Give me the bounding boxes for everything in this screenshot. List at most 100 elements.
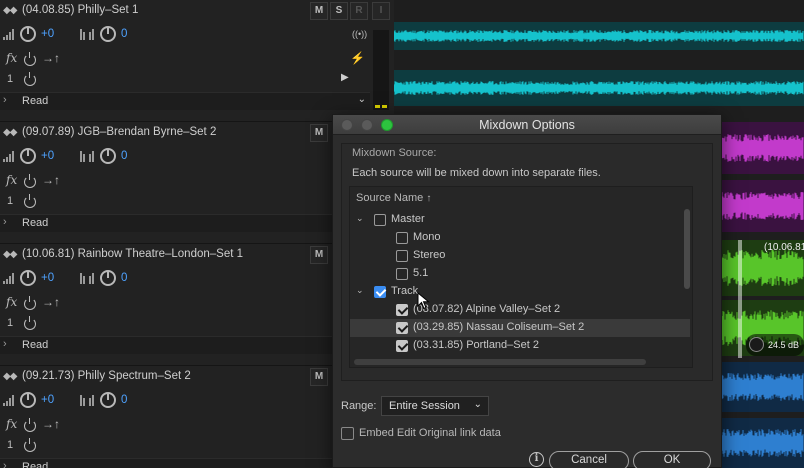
volume-knob[interactable] [20,270,36,286]
mixdown-source-label: Mixdown Source: [352,147,437,159]
dialog-title: Mixdown Options [479,118,575,132]
pan-knob[interactable] [100,26,116,42]
tree-item-label: Mono [413,231,441,243]
volume-icon [3,28,17,40]
dialog-titlebar[interactable]: Mixdown Options [333,115,721,135]
volume-value[interactable]: +0 [41,28,54,40]
track-name[interactable]: (09.21.73) Philly Spectrum–Set 2 [22,370,191,382]
range-select[interactable]: Entire Session ⌄ [381,396,489,416]
volume-knob[interactable] [20,26,36,42]
tree-item-checkbox[interactable] [396,340,408,352]
tree-item-checkbox[interactable] [374,214,386,226]
volume-value[interactable]: +0 [41,272,54,284]
source-tree-list[interactable]: Source Name ↑ ⌄ Master Mono Stereo 5.1 ⌄ Track… [349,186,693,368]
route-arrow-icon[interactable]: →↑ [42,295,60,309]
volume-value[interactable]: +0 [41,150,54,162]
track-s-button[interactable]: S [330,2,348,20]
pan-value[interactable]: 0 [121,150,127,162]
chevron-right-icon[interactable]: › [3,338,7,350]
play-icon[interactable]: ▶ [341,72,349,83]
horizontal-scrollbar[interactable] [354,359,646,365]
route-arrow-icon[interactable]: →↑ [42,173,60,187]
slot-power-icon[interactable] [24,72,36,86]
chevron-down-icon[interactable]: ⌄ [356,285,364,296]
fx-icon[interactable]: fx [6,417,17,431]
embed-link-label[interactable]: Embed Edit Original link data [359,427,501,439]
pan-icon [80,150,94,162]
pan-knob[interactable] [100,392,116,408]
tree-item-row[interactable]: (03.29.85) Nassau Coliseum–Set 2 [350,319,690,337]
tree-item-checkbox[interactable] [396,268,408,280]
broadcast-icon: ((•)) [352,29,368,39]
automation-mode-select[interactable]: › Read ⌄ [0,92,370,110]
source-name-column-header[interactable]: Source Name ↑ [356,192,431,204]
track-m-button[interactable]: M [310,124,328,142]
waveform [394,81,804,95]
slot-power-icon[interactable] [24,194,36,208]
track-r-button[interactable]: R [350,2,368,20]
chevron-down-icon[interactable]: ⌄ [356,213,364,224]
slot-power-icon[interactable] [24,438,36,452]
fx-power-icon[interactable] [24,418,36,432]
pan-knob[interactable] [100,270,116,286]
automation-mode-select[interactable]: › Read [0,458,370,468]
automation-mode-value: Read [22,217,49,229]
fx-power-icon[interactable] [24,52,36,66]
range-label: Range: [341,400,377,412]
tree-item-row[interactable]: (08.07.82) Alpine Valley–Set 2 [350,301,690,319]
fx-icon[interactable]: fx [6,295,17,309]
embed-link-checkbox[interactable] [341,427,354,440]
chevron-right-icon[interactable]: › [3,94,7,106]
tree-group-row[interactable]: ⌄ Master [350,211,690,229]
slot-power-icon[interactable] [24,316,36,330]
tree-item-row[interactable]: Mono [350,229,690,247]
tree-item-checkbox[interactable] [396,250,408,262]
chevron-right-icon[interactable]: › [3,460,7,468]
route-arrow-icon[interactable]: →↑ [42,417,60,431]
fx-power-icon[interactable] [24,296,36,310]
cancel-button[interactable]: Cancel [549,451,629,468]
tree-group-row[interactable]: ⌄ Track [350,283,690,301]
ok-button[interactable]: OK [633,451,711,468]
track-m-button[interactable]: M [310,368,328,386]
pan-value[interactable]: 0 [121,272,127,284]
tree-item-row[interactable]: Stereo [350,247,690,265]
tree-item-row[interactable]: (03.31.85) Portland–Set 2 [350,337,690,355]
track-header[interactable]: ◆◆ (04.08.85) Philly–Set 1 MSRI +0 0 ((•)) f… [0,0,394,122]
volume-knob[interactable] [20,148,36,164]
vertical-scrollbar[interactable] [684,209,690,289]
tree-item-label: Stereo [413,249,446,261]
fx-power-icon[interactable] [24,174,36,188]
track-name[interactable]: (10.06.81) Rainbow Theatre–London–Set 1 [22,248,243,260]
fx-icon[interactable]: fx [6,51,17,65]
sort-ascending-icon: ↑ [426,193,432,204]
effect-slot-number: 1 [7,73,14,85]
tree-item-row[interactable]: 5.1 [350,265,690,283]
volume-knob[interactable] [20,392,36,408]
pan-value[interactable]: 0 [121,394,127,406]
pan-icon [80,394,94,406]
track-name[interactable]: (09.07.89) JGB–Brendan Byrne–Set 2 [22,126,216,138]
automation-mode-value: Read [22,339,49,351]
lightning-icon[interactable]: ⚡ [350,51,365,65]
tree-item-checkbox[interactable] [396,232,408,244]
tree-item-checkbox[interactable] [396,304,408,316]
fx-icon[interactable]: fx [6,173,17,187]
track-m-button[interactable]: M [310,246,328,264]
automation-mode-select[interactable]: › Read [0,214,370,232]
track-name[interactable]: (04.08.85) Philly–Set 1 [22,4,138,16]
pan-value[interactable]: 0 [121,28,127,40]
mixdown-source-description: Each source will be mixed down into sepa… [352,167,601,179]
track-i-button[interactable]: I [372,2,390,20]
route-arrow-icon[interactable]: →↑ [42,51,60,65]
chevron-right-icon[interactable]: › [3,216,7,228]
track-m-button[interactable]: M [310,2,328,20]
pan-knob[interactable] [100,148,116,164]
automation-mode-select[interactable]: › Read [0,336,370,354]
clip-level-badge[interactable]: 24.5 dB [746,334,804,356]
volume-icon [3,394,17,406]
tree-item-checkbox[interactable] [374,286,386,298]
info-icon[interactable]: i [529,452,544,467]
volume-value[interactable]: +0 [41,394,54,406]
tree-item-checkbox[interactable] [396,322,408,334]
